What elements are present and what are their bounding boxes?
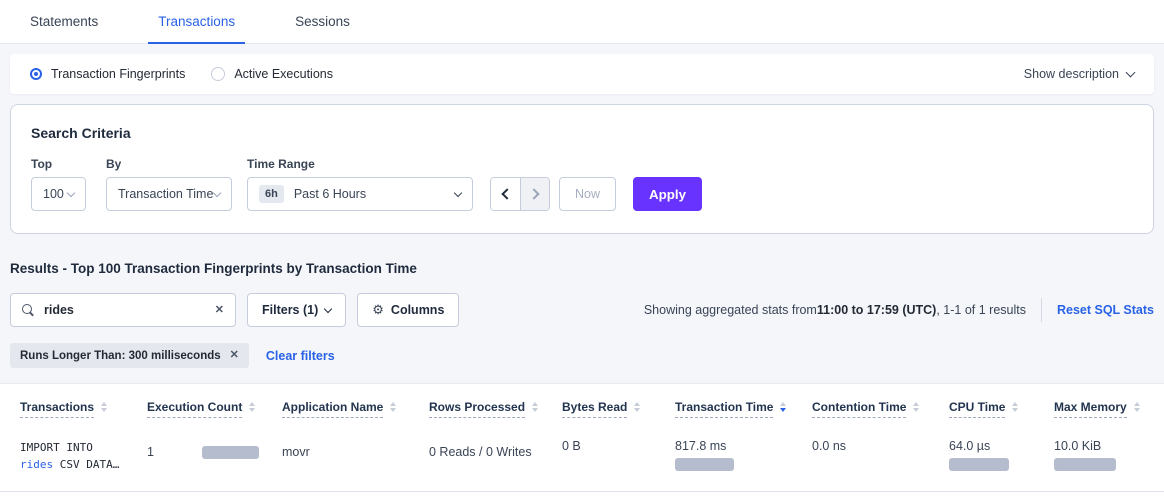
max-memory-bar <box>1054 458 1116 471</box>
sort-toggle-icon[interactable] <box>390 402 396 412</box>
clear-search-icon[interactable]: ✕ <box>215 305 224 316</box>
time-range-select[interactable]: 6h Past 6 Hours <box>247 177 473 211</box>
gear-icon: ⚙ <box>372 302 384 318</box>
sort-toggle-icon[interactable] <box>780 402 786 412</box>
stats-time-range: 11:00 to 17:59 (UTC) <box>817 303 936 317</box>
radio-transaction-fingerprints[interactable]: Transaction Fingerprints <box>30 67 185 81</box>
transactions-table: Transactions Execution Count Application… <box>0 383 1164 501</box>
by-value: Transaction Time <box>118 187 213 201</box>
radio-label: Transaction Fingerprints <box>51 67 185 81</box>
search-criteria-title: Search Criteria <box>31 125 1133 141</box>
cpu-time-cell: 64.0 µs <box>949 439 1054 453</box>
filter-pill-label: Runs Longer Than: 300 milliseconds <box>20 350 221 362</box>
chevron-down-icon <box>454 188 462 196</box>
tab-transactions[interactable]: Transactions <box>148 0 245 44</box>
column-header-cpu-time: CPU Time <box>949 400 1054 418</box>
contention-time-cell: 0.0 ns <box>812 439 949 453</box>
time-range-badge: 6h <box>259 185 284 203</box>
results-title: Results - Top 100 Transaction Fingerprin… <box>10 261 1154 276</box>
application-name-cell: movr <box>282 445 429 459</box>
top-value: 100 <box>43 187 64 201</box>
radio-active-executions[interactable]: Active Executions <box>211 67 333 81</box>
column-header-bytes-read: Bytes Read <box>562 400 675 418</box>
view-toggle-bar: Transaction Fingerprints Active Executio… <box>10 54 1154 94</box>
execution-count-bar <box>202 446 259 459</box>
bytes-read-cell: 0 B <box>562 439 675 453</box>
top-label: Top <box>31 157 106 171</box>
radio-label: Active Executions <box>234 67 333 81</box>
chevron-down-icon <box>1126 67 1136 77</box>
chevron-down-icon <box>67 188 75 196</box>
column-header-execution-count: Execution Count <box>147 400 282 418</box>
table-row: IMPORT INTO rides CSV DATA… 1 movr 0 Rea… <box>0 418 1164 492</box>
applied-filters-row: Runs Longer Than: 300 milliseconds ✕ Cle… <box>10 343 1154 368</box>
time-range-prev-button[interactable] <box>491 178 520 210</box>
sort-toggle-icon[interactable] <box>913 402 919 412</box>
aggregated-stats-text: Showing aggregated stats from 11:00 to 1… <box>644 303 1026 317</box>
chevron-left-icon <box>501 188 512 199</box>
sort-toggle-icon[interactable] <box>249 402 255 412</box>
show-description-toggle[interactable]: Show description <box>1024 67 1134 81</box>
clear-filters-link[interactable]: Clear filters <box>266 349 335 363</box>
by-label: By <box>106 157 247 171</box>
filters-label: Filters (1) <box>262 303 318 317</box>
sort-toggle-icon[interactable] <box>101 402 107 412</box>
column-header-max-memory: Max Memory <box>1054 400 1164 418</box>
sort-toggle-icon[interactable] <box>1012 402 1018 412</box>
sort-toggle-icon[interactable] <box>1134 402 1140 412</box>
now-button[interactable]: Now <box>559 177 616 211</box>
chevron-right-icon <box>528 188 539 199</box>
search-term-highlight: rides <box>20 458 53 471</box>
show-description-label: Show description <box>1024 67 1119 81</box>
transaction-time-cell: 817.8 ms <box>675 439 812 453</box>
column-header-application-name: Application Name <box>282 400 429 418</box>
column-header-contention-time: Contention Time <box>812 400 949 418</box>
sort-toggle-icon[interactable] <box>532 402 538 412</box>
max-memory-cell: 10.0 KiB <box>1054 439 1164 453</box>
tab-statements[interactable]: Statements <box>20 0 108 44</box>
sort-toggle-icon[interactable] <box>634 402 640 412</box>
search-input[interactable] <box>44 303 206 317</box>
top-select[interactable]: 100 <box>31 177 86 211</box>
search-icon <box>22 304 35 317</box>
cpu-time-bar <box>949 458 1009 471</box>
time-range-label: Time Range <box>247 157 473 171</box>
columns-label: Columns <box>391 303 444 317</box>
search-criteria-panel: Search Criteria Top 100 By Transaction T… <box>10 104 1154 234</box>
chevron-down-icon <box>213 188 221 196</box>
by-select[interactable]: Transaction Time <box>106 177 232 211</box>
transaction-fingerprint-link[interactable]: IMPORT INTO rides CSV DATA… <box>20 439 147 473</box>
rows-processed-cell: 0 Reads / 0 Writes <box>429 445 562 459</box>
time-range-next-button[interactable] <box>520 178 549 210</box>
radio-selected-icon <box>32 70 40 78</box>
tab-sessions[interactable]: Sessions <box>285 0 360 44</box>
column-header-transactions: Transactions <box>20 400 147 418</box>
results-toolbar: ✕ Filters (1) ⚙ Columns Showing aggregat… <box>10 293 1154 327</box>
table-header-row: Transactions Execution Count Application… <box>0 384 1164 418</box>
chevron-down-icon <box>324 304 332 312</box>
columns-button[interactable]: ⚙ Columns <box>357 293 459 327</box>
vertical-divider <box>1041 298 1042 322</box>
filters-button[interactable]: Filters (1) <box>247 293 346 327</box>
filter-pill: Runs Longer Than: 300 milliseconds ✕ <box>10 343 249 368</box>
column-header-transaction-time: Transaction Time <box>675 400 812 418</box>
execution-count-cell: 1 <box>147 445 282 459</box>
apply-button[interactable]: Apply <box>633 177 702 211</box>
radio-unselected-icon <box>211 67 225 81</box>
sql-activity-tabbar: Statements Transactions Sessions <box>0 0 1164 44</box>
reset-sql-stats-link[interactable]: Reset SQL Stats <box>1057 303 1154 317</box>
remove-filter-icon[interactable]: ✕ <box>230 350 239 361</box>
time-range-stepper <box>490 177 550 211</box>
time-range-value: Past 6 Hours <box>294 187 366 201</box>
transaction-time-bar <box>675 458 734 471</box>
column-header-rows-processed: Rows Processed <box>429 400 562 418</box>
search-box: ✕ <box>10 293 236 327</box>
